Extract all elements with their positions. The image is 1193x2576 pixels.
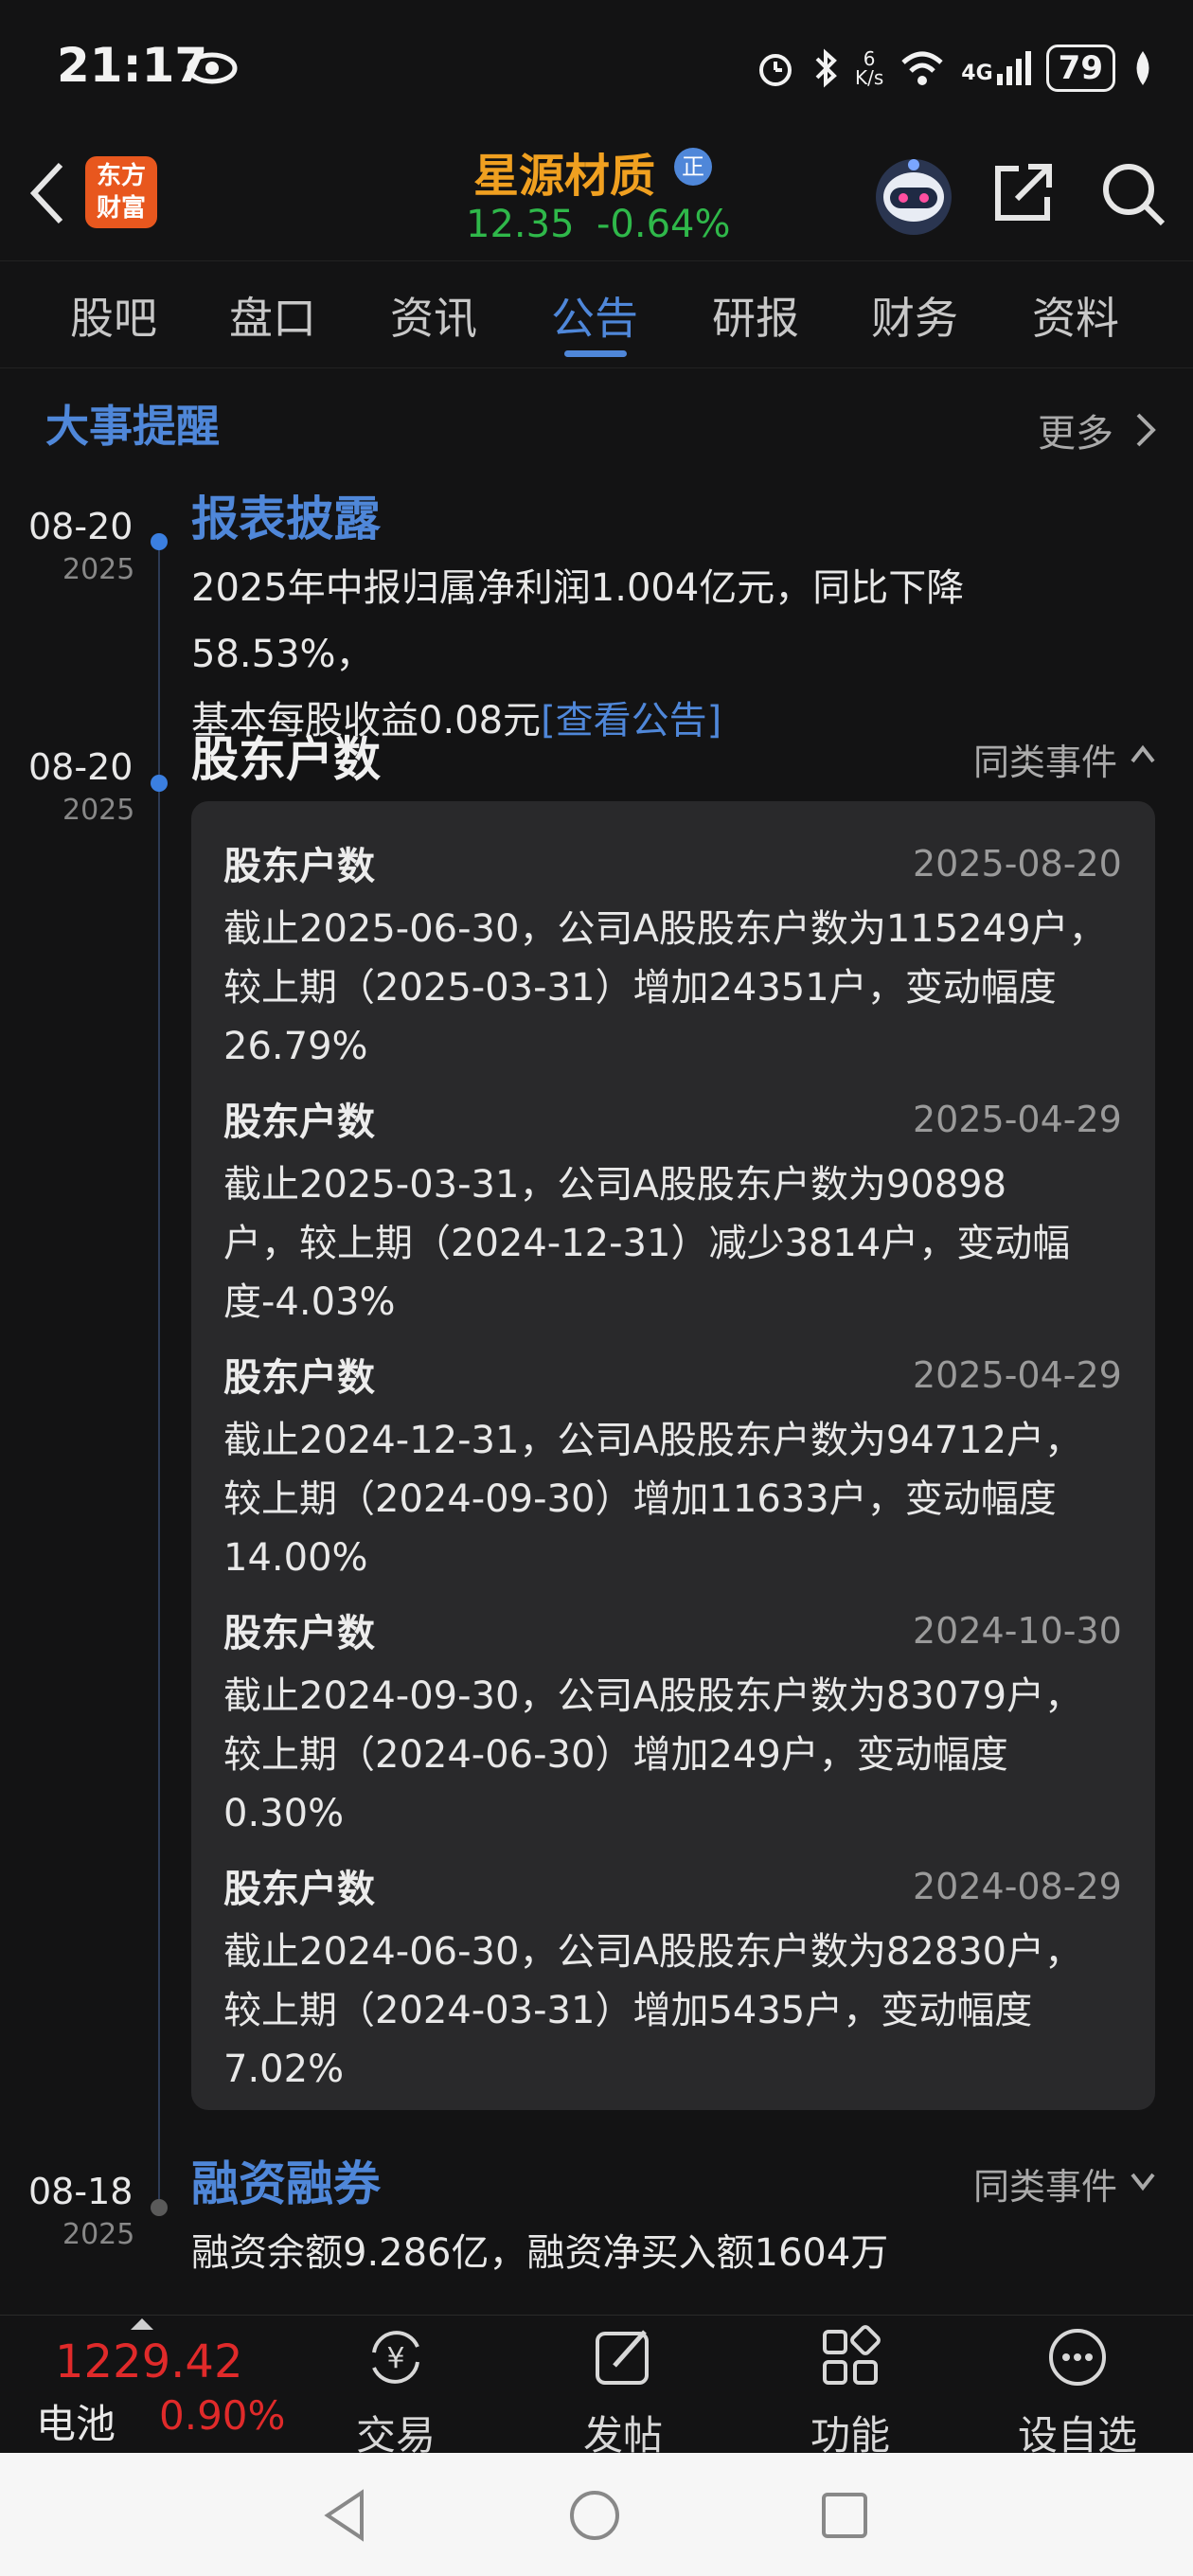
event-date: 08-20 [28,746,134,788]
event-title: 股东户数 [191,732,381,787]
net-speed: 6 K/s [855,47,884,89]
event-date: 08-18 [28,2171,134,2212]
app-logo[interactable]: 东方 财富 [85,156,157,228]
card-item-title: 股东户数 [223,1868,375,1911]
event-text: 融资余额9.286亿，融资净买入额1604万 [191,2231,889,2275]
card-item-date: 2025-04-29 [913,1099,1122,1140]
chevron-up-icon[interactable] [1129,742,1157,765]
signal-icon: 4G [961,51,1031,85]
card-item-text: 截止2024-09-30，公司A股股东户数为83079户， 较上期（2024-06… [223,1674,1083,1835]
battery-indicator: 79 [1045,45,1115,92]
card-item-date: 2025-04-29 [913,1354,1122,1396]
tab-announcements[interactable]: 公告 [551,284,638,347]
search-icon[interactable] [1098,159,1166,227]
card-item-title: 股东户数 [223,1612,375,1655]
more-dots-icon [1049,2329,1106,2386]
stock-change-pct: -0.64% [596,203,731,246]
active-tab-indicator [564,350,627,357]
tab-news[interactable]: 资讯 [390,284,477,347]
event-title[interactable]: 报表披露 [191,481,381,549]
bluetooth-icon [815,48,837,88]
margin-badge: 正 [674,148,712,186]
share-icon[interactable] [990,159,1057,225]
card-item-title: 股东户数 [223,845,375,888]
event-date: 08-20 [28,506,134,547]
index-change-pct[interactable]: 0.90% [159,2392,285,2439]
tab-finance[interactable]: 财务 [871,284,958,347]
eye-icon [187,52,238,84]
card-item-text: 截止2024-12-31，公司A股股东户数为94712户， 较上期（2024-09… [223,1419,1083,1580]
card-item-date: 2025-08-20 [913,843,1122,885]
card-item-title: 股东户数 [223,1356,375,1400]
tab-profile[interactable]: 资料 [1032,284,1119,347]
trade-yuan-icon: ¥ [372,2331,419,2384]
system-home-icon[interactable] [568,2489,621,2542]
event-year: 2025 [62,2218,135,2251]
card-item-date: 2024-08-29 [913,1866,1122,1907]
system-back-icon[interactable] [322,2489,369,2542]
ai-assistant-robot-icon[interactable] [871,152,956,237]
tab-pankou[interactable]: 盘口 [229,284,316,347]
chevron-down-icon[interactable] [1129,2169,1157,2191]
tab-research[interactable]: 研报 [712,284,799,347]
system-recents-icon[interactable] [820,2491,869,2540]
card-item-text: 截止2025-06-30，公司A股股东户数为115249户， 较上期（2025-0… [223,907,1107,1068]
timeline-dot [151,533,168,550]
more-link[interactable]: 更多 [1038,402,1113,457]
nav-post[interactable]: 发帖 [547,2324,699,2461]
tab-guba[interactable]: 股吧 [70,284,157,347]
view-announcement-link[interactable]: [查看公告] [541,699,721,742]
stock-price: 12.35 [466,203,575,246]
timeline-dot [151,2199,168,2216]
card-item-date: 2024-10-30 [913,1610,1122,1652]
nav-functions[interactable]: 功能 [775,2324,926,2461]
section-title: 大事提醒 [45,401,220,452]
back-arrow-icon[interactable] [23,155,70,231]
status-icons: 6 K/s 4G 79 [755,42,1155,95]
event-title[interactable]: 融资融券 [191,2146,381,2214]
chevron-right-icon[interactable] [1132,409,1159,451]
wifi-icon [901,51,943,85]
alarm-icon [759,54,792,86]
event-year: 2025 [62,794,135,827]
leaf-icon [1136,51,1149,85]
card-item-text: 截止2024-06-30，公司A股股东户数为82830户， 较上期（2024-03… [223,1930,1083,2091]
svg-text:¥: ¥ [386,2342,404,2375]
nav-watchlist[interactable]: 设自选 [1002,2324,1153,2461]
expand-up-icon[interactable] [129,2317,155,2332]
timeline-dot [151,775,168,792]
grid-apps-icon [823,2325,881,2385]
index-name[interactable]: 电池 [36,2392,116,2450]
similar-events-toggle[interactable]: 同类事件 [973,733,1117,785]
edit-post-icon [596,2330,649,2385]
card-item-title: 股东户数 [223,1100,375,1144]
stock-name: 星源材质 [473,150,656,203]
timeline-line [158,542,160,2209]
nav-trade[interactable]: ¥ 交易 [320,2324,472,2461]
index-value[interactable]: 1229.42 [55,2335,243,2388]
similar-events-toggle[interactable]: 同类事件 [973,2157,1117,2209]
event-year: 2025 [62,553,135,586]
card-item-text: 截止2025-03-31，公司A股股东户数为90898 户，较上期（2024-12… [223,1163,1071,1324]
